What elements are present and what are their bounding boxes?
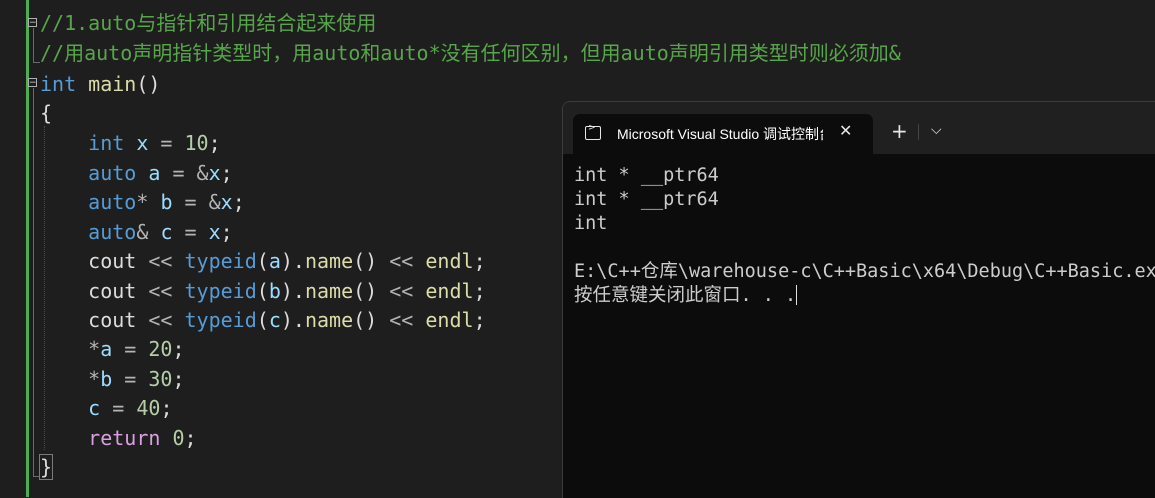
fold-guide-line <box>33 88 34 476</box>
code-line-10: cout << typeid(b).name() << endl; <box>88 279 486 303</box>
fold-guide-end <box>33 476 40 477</box>
console-prompt-text: 按任意键关闭此窗口. . . <box>574 285 797 306</box>
code-line-3: int main() <box>40 72 161 96</box>
code-line-9: cout << typeid(a).name() << endl; <box>88 249 486 273</box>
terminal-titlebar: Microsoft Visual Studio 调试控制台 ✕ + ⌵ <box>563 102 1155 154</box>
new-tab-button[interactable]: + <box>891 120 908 142</box>
fold-guide-end <box>33 62 40 63</box>
code-line-11: cout << typeid(c).name() << endl; <box>88 308 486 332</box>
code-line-7: auto* b = &x; <box>88 190 245 214</box>
code-line-14: c = 40; <box>88 396 173 420</box>
debug-console-window[interactable]: Microsoft Visual Studio 调试控制台 ✕ + ⌵ int … <box>562 101 1155 498</box>
code-line-6: auto a = &x; <box>88 161 233 185</box>
console-output-line: E:\C++仓库\warehouse-c\C++Basic\x64\Debug\… <box>574 261 1155 282</box>
console-icon <box>585 123 601 140</box>
code-line-13: *b = 30; <box>88 367 185 391</box>
change-tracking-bar <box>26 0 29 497</box>
terminal-tab[interactable]: Microsoft Visual Studio 调试控制台 ✕ <box>573 114 873 154</box>
console-output-line: int <box>574 213 608 234</box>
code-line-1: //1.auto与指针和引用结合起来使用 <box>40 11 377 35</box>
console-output-line: int * __ptr64 <box>574 165 719 186</box>
editor-gutter <box>0 0 26 497</box>
code-line-4: { <box>40 101 53 125</box>
code-line-12: *a = 20; <box>88 337 185 361</box>
text-cursor <box>796 285 798 305</box>
console-output-line: int * __ptr64 <box>574 189 719 210</box>
collapse-main-icon[interactable]: − <box>28 78 37 88</box>
code-line-8: auto& c = x; <box>88 220 233 244</box>
fold-guide-line <box>33 28 34 62</box>
close-icon[interactable]: ✕ <box>839 121 852 140</box>
code-line-16: } <box>38 454 54 480</box>
collapse-comment-icon[interactable]: − <box>28 18 37 28</box>
console-prompt-line: 按任意键关闭此窗口. . . <box>574 284 798 308</box>
code-line-15: return 0; <box>88 426 197 450</box>
chevron-down-icon[interactable]: ⌵ <box>931 122 942 138</box>
titlebar-divider <box>918 124 919 140</box>
code-line-2: //用auto声明指针类型时，用auto和auto*没有任何区别，但用auto声… <box>40 41 901 65</box>
tab-title: Microsoft Visual Studio 调试控制台 <box>617 126 823 142</box>
code-line-5: int x = 10; <box>88 131 221 155</box>
